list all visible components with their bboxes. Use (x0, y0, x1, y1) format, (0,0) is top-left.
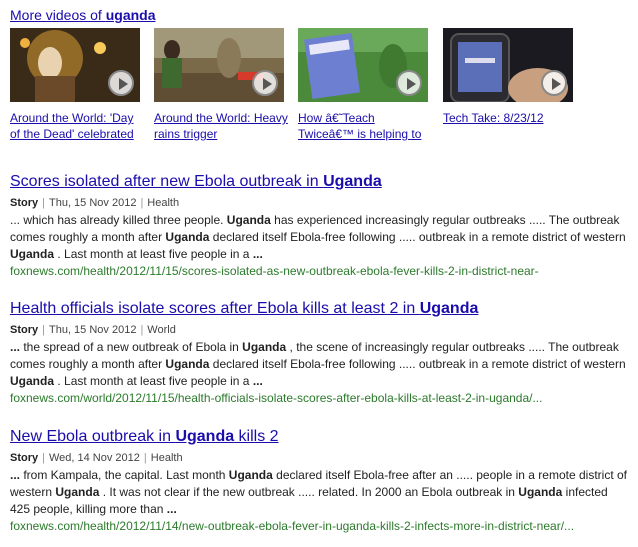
result-meta: Story | Thu, 15 Nov 2012 | Health (10, 196, 630, 210)
snippet-text: from Kampala, the capital. Last month (20, 468, 229, 482)
more-videos-term: uganda (105, 7, 156, 23)
result-type: Story (10, 452, 39, 464)
meta-separator: | (42, 324, 45, 336)
result-title-link[interactable]: Scores isolated after new Ebola outbreak… (10, 172, 630, 192)
play-icon[interactable] (541, 70, 567, 96)
snippet-keyword: Uganda (55, 485, 100, 499)
meta-separator: | (42, 197, 45, 209)
search-result: New Ebola outbreak in Uganda kills 2 Sto… (10, 427, 630, 534)
result-meta: Story | Wed, 14 Nov 2012 | Health (10, 451, 630, 465)
video-thumbnail[interactable] (298, 28, 428, 102)
result-date: Thu, 15 Nov 2012 (48, 197, 137, 209)
play-icon[interactable] (108, 70, 134, 96)
snippet-keyword: ... (252, 247, 263, 261)
result-meta: Story | Thu, 15 Nov 2012 | World (10, 323, 630, 337)
snippet-keyword: ... (252, 374, 263, 388)
video-thumbnail[interactable] (10, 28, 140, 102)
result-title-link[interactable]: New Ebola outbreak in Uganda kills 2 (10, 427, 630, 447)
snippet-text: . Last month at least five people in a (54, 374, 253, 388)
result-title-text: New Ebola outbreak in (10, 428, 176, 445)
result-type: Story (10, 197, 39, 209)
snippet-keyword: Uganda (228, 468, 273, 482)
snippet-keyword: Uganda (165, 230, 210, 244)
snippet-keyword: Uganda (10, 247, 55, 261)
result-title-text: Scores isolated after new Ebola outbreak… (10, 173, 324, 190)
result-title-link[interactable]: Health officials isolate scores after Eb… (10, 299, 630, 319)
snippet-keyword: Uganda (10, 374, 55, 388)
video-caption[interactable]: How â€˜Teach Twiceâ€™ is helping to (298, 110, 433, 142)
video-thumbnail[interactable] (443, 28, 573, 102)
result-snippet: ... from Kampala, the capital. Last mont… (10, 467, 630, 518)
video-caption[interactable]: Around the World: Heavy rains trigger (154, 110, 289, 142)
result-snippet: ... the spread of a new outbreak of Ebol… (10, 339, 630, 390)
snippet-text: ... which has already killed three peopl… (10, 213, 227, 227)
snippet-keyword: Uganda (165, 357, 210, 371)
snippet-text: the spread of a new outbreak of Ebola in (20, 340, 243, 354)
result-section: World (147, 324, 176, 336)
result-url[interactable]: foxnews.com/health/2012/11/15/scores-iso… (10, 263, 630, 279)
result-section: Health (150, 452, 183, 464)
result-title-text-end: kills 2 (234, 428, 279, 445)
result-title-keyword: Uganda (323, 173, 382, 190)
result-date: Wed, 14 Nov 2012 (48, 452, 140, 464)
more-videos-link[interactable]: More videos of uganda (10, 7, 156, 23)
snippet-keyword: Uganda (226, 213, 271, 227)
result-title-keyword: Uganda (419, 300, 479, 317)
snippet-keyword: Uganda (518, 485, 563, 499)
snippet-text: declared itself Ebola-free following ...… (209, 230, 626, 244)
more-videos-prefix: More videos of (10, 7, 106, 23)
result-url[interactable]: foxnews.com/health/2012/11/14/new-outbre… (10, 518, 630, 534)
video-caption[interactable]: Around the World: 'Day of the Dead' cele… (10, 110, 145, 142)
snippet-keyword: Uganda (242, 340, 287, 354)
meta-separator: | (42, 452, 45, 464)
search-result: Health officials isolate scores after Eb… (10, 299, 630, 406)
snippet-keyword: ... (10, 468, 21, 482)
result-title-text: Health officials isolate scores after Eb… (10, 300, 420, 317)
result-url[interactable]: foxnews.com/world/2012/11/15/health-offi… (10, 390, 630, 406)
play-icon[interactable] (396, 70, 422, 96)
search-results-page: More videos of uganda Around the World: … (0, 0, 638, 547)
result-title-keyword: Uganda (175, 428, 235, 445)
result-snippet: ... which has already killed three peopl… (10, 212, 630, 263)
meta-separator: | (143, 452, 147, 464)
video-item[interactable]: How â€˜Teach Twiceâ€™ is helping to (298, 28, 433, 142)
snippet-keyword: ... (166, 502, 177, 516)
result-section: Health (147, 197, 180, 209)
search-result: Scores isolated after new Ebola outbreak… (10, 172, 630, 279)
result-type: Story (10, 324, 39, 336)
video-caption[interactable]: Tech Take: 8/23/12 (443, 110, 578, 142)
video-item[interactable]: Around the World: Heavy rains trigger (154, 28, 289, 142)
video-item[interactable]: Around the World: 'Day of the Dead' cele… (10, 28, 145, 142)
video-item[interactable]: Tech Take: 8/23/12 (443, 28, 578, 142)
snippet-keyword: ... (10, 340, 21, 354)
meta-separator: | (140, 324, 144, 336)
video-strip: Around the World: 'Day of the Dead' cele… (10, 28, 630, 148)
snippet-text: declared itself Ebola-free following ...… (209, 357, 626, 371)
meta-separator: | (140, 197, 144, 209)
result-date: Thu, 15 Nov 2012 (48, 324, 137, 336)
snippet-text: . Last month at least five people in a (54, 247, 253, 261)
play-icon[interactable] (252, 70, 278, 96)
video-thumbnail[interactable] (154, 28, 284, 102)
snippet-text: . It was not clear if the new outbreak .… (99, 485, 519, 499)
